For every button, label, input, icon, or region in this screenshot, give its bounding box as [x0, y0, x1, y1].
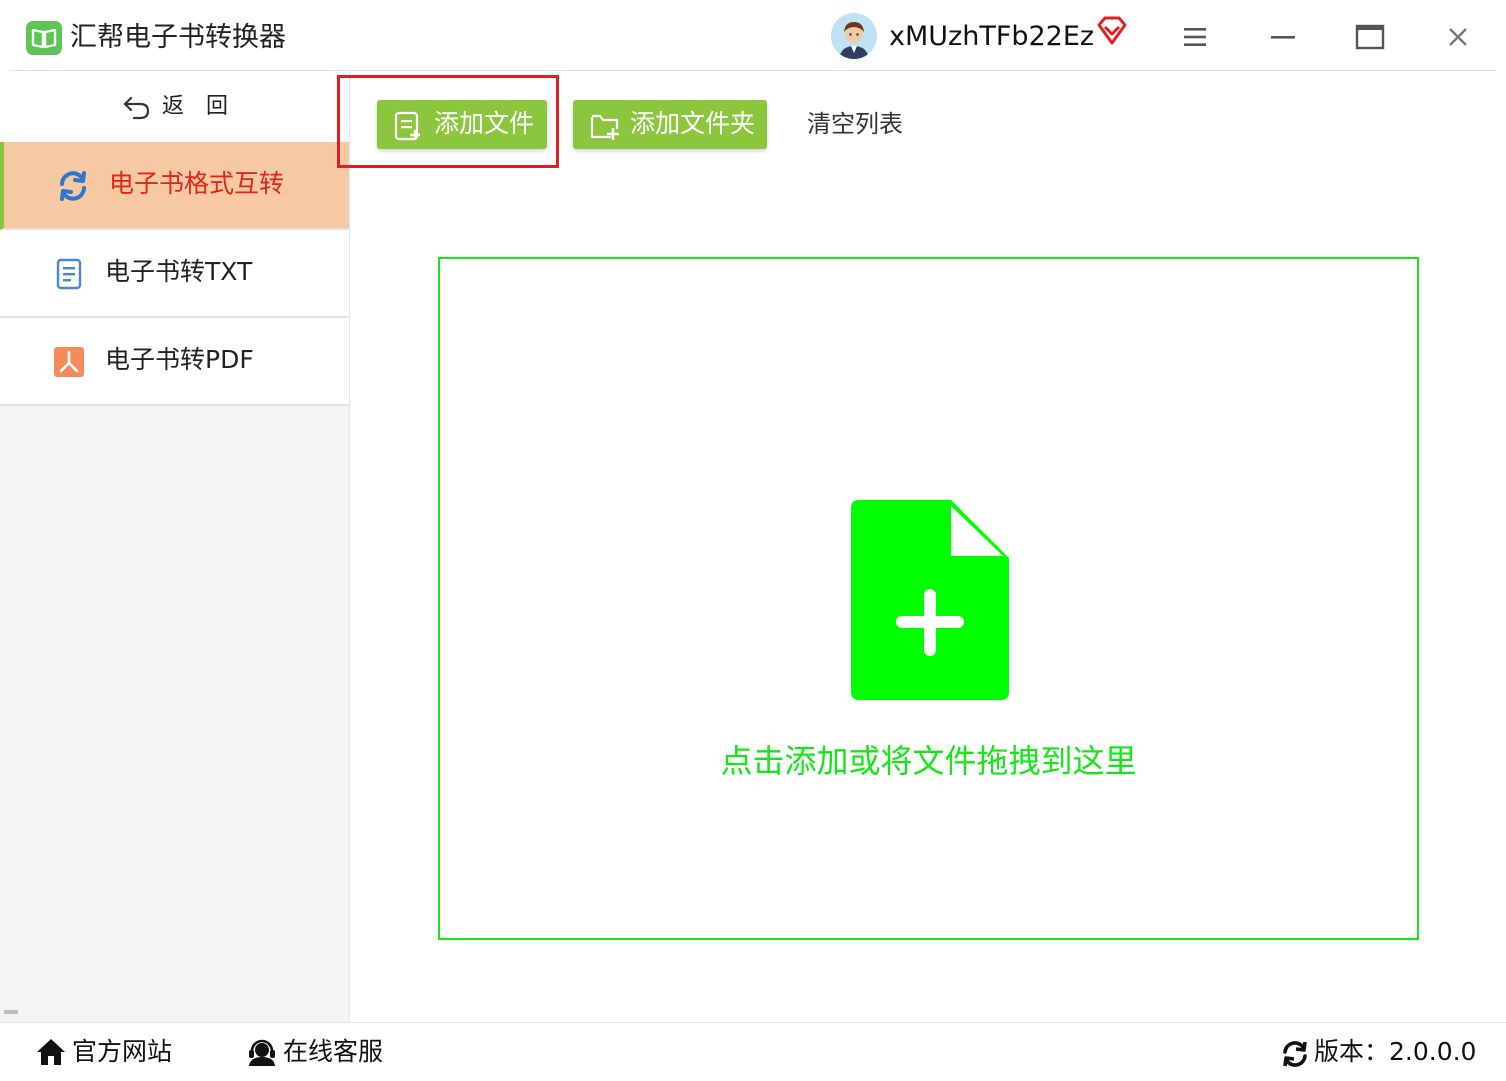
- file-plus-icon: [851, 500, 1009, 704]
- minimize-icon[interactable]: [1263, 17, 1303, 57]
- resize-grip[interactable]: [4, 1010, 18, 1014]
- support-label: 在线客服: [283, 1037, 384, 1066]
- clear-list-button[interactable]: 清空列表: [807, 105, 903, 143]
- add-file-button[interactable]: 添加文件: [377, 100, 547, 149]
- back-label: 返回: [162, 94, 251, 119]
- close-icon[interactable]: [1438, 17, 1478, 57]
- maximize-icon[interactable]: [1350, 17, 1390, 57]
- official-website-link[interactable]: 官方网站: [36, 1033, 176, 1071]
- add-file-label: 添加文件: [434, 109, 535, 138]
- drop-zone[interactable]: 点击添加或将文件拖拽到这里: [438, 257, 1419, 940]
- drop-hint: 点击添加或将文件拖拽到这里: [720, 742, 1137, 780]
- sidebar-item-label: 电子书转TXT: [105, 257, 253, 286]
- sidebar: 返回 电子书格式互转 电子书转TXT 电子书转PDF: [0, 72, 350, 1022]
- sidebar-item-format-convert[interactable]: 电子书格式互转: [0, 142, 349, 230]
- folder-add-icon: [589, 111, 621, 145]
- diamond-icon[interactable]: [1095, 15, 1129, 47]
- back-button[interactable]: 返回: [0, 72, 349, 142]
- file-add-icon: [393, 111, 423, 145]
- refresh-icon: [56, 169, 90, 203]
- footer: 官方网站 在线客服 版本：2.0.0.0: [0, 1022, 1506, 1081]
- title-divider: [10, 70, 1496, 71]
- sidebar-item-label: 电子书转PDF: [105, 345, 254, 374]
- add-folder-button[interactable]: 添加文件夹: [573, 100, 767, 149]
- sidebar-item-label: 电子书格式互转: [109, 169, 285, 198]
- headset-icon: [247, 1037, 277, 1071]
- avatar[interactable]: [831, 13, 877, 59]
- app-title: 汇帮电子书转换器: [70, 22, 286, 53]
- version-label: 版本：2.0.0.0: [1314, 1037, 1477, 1066]
- hamburger-icon[interactable]: [1175, 17, 1215, 57]
- sidebar-item-to-pdf[interactable]: 电子书转PDF: [0, 318, 349, 406]
- sidebar-item-to-txt[interactable]: 电子书转TXT: [0, 230, 349, 318]
- document-icon: [52, 257, 86, 291]
- pdf-icon: [52, 345, 86, 379]
- book-icon: [26, 21, 62, 55]
- undo-arrow-icon: [122, 94, 152, 124]
- online-support-link[interactable]: 在线客服: [247, 1033, 397, 1071]
- add-folder-label: 添加文件夹: [630, 109, 756, 138]
- home-icon: [36, 1037, 66, 1071]
- username[interactable]: xMUzhTFb22Ez: [889, 17, 1094, 57]
- website-label: 官方网站: [72, 1037, 173, 1066]
- title-bar: 汇帮电子书转换器 xMUzhTFb22Ez: [0, 0, 1506, 72]
- refresh-icon: [1280, 1039, 1310, 1073]
